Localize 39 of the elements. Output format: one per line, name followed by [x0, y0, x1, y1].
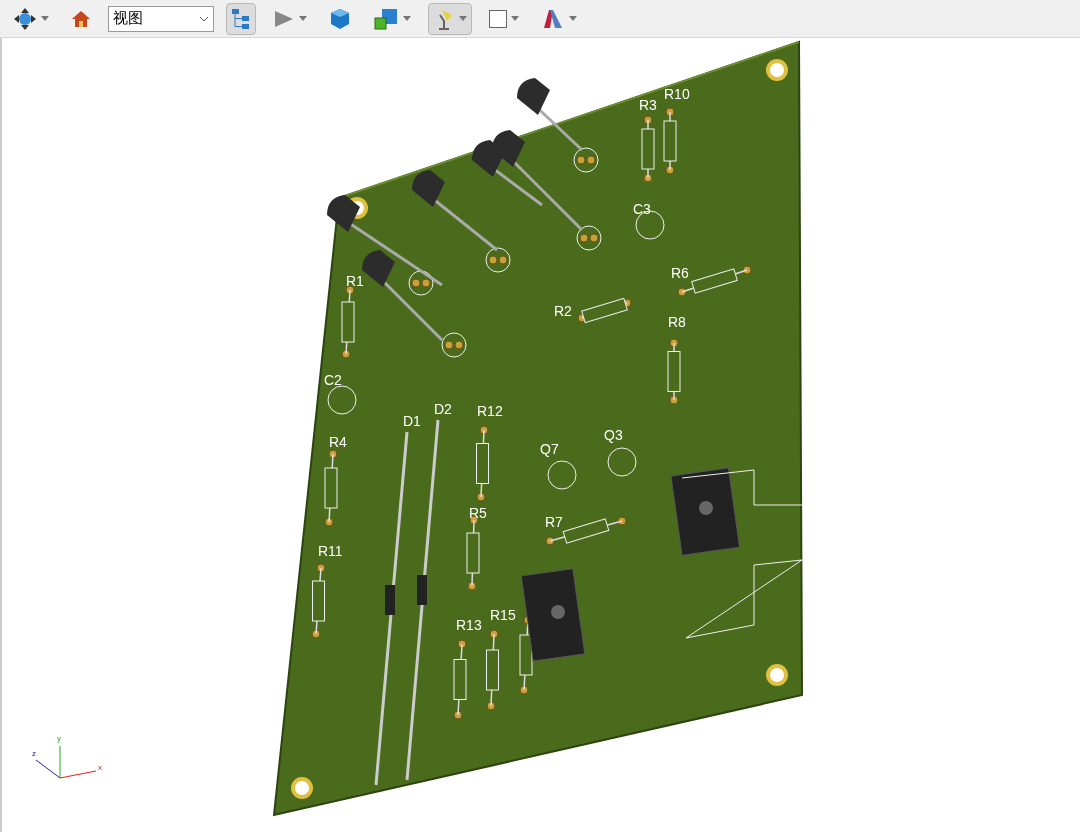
caret-icon[interactable] [41, 16, 49, 21]
cube-icon [329, 7, 351, 30]
component-label: R1 [346, 274, 364, 288]
component-label: R4 [329, 435, 347, 449]
caret-icon[interactable] [299, 16, 307, 21]
z-axis-label: z [32, 750, 36, 758]
component-label: R15 [490, 608, 516, 622]
component-label: D1 [403, 414, 421, 428]
component-label: R3 [639, 98, 657, 112]
play-icon [273, 8, 295, 29]
component-label: R7 [545, 515, 563, 529]
component-label: R6 [671, 266, 689, 280]
component-label: R13 [456, 618, 482, 632]
component-label: R12 [477, 404, 503, 418]
home-icon [71, 8, 91, 29]
component-label: R2 [554, 304, 572, 318]
caret-icon[interactable] [403, 16, 411, 21]
component-label: C3 [633, 202, 651, 216]
caret-icon[interactable] [569, 16, 577, 21]
x-axis-label: x [98, 764, 102, 772]
component-label: Q7 [540, 442, 559, 456]
component-label: R11 [318, 544, 343, 558]
component-label: R8 [668, 315, 686, 329]
component-label: C2 [324, 373, 342, 387]
cubes-icon [373, 6, 399, 31]
y-axis-label: y [57, 735, 61, 743]
caret-icon[interactable] [511, 16, 519, 21]
tree-icon [231, 7, 251, 30]
component-label: Q3 [604, 428, 623, 442]
colored-faces-icon [541, 7, 565, 30]
component-label: R5 [469, 506, 487, 520]
caret-icon[interactable] [459, 16, 467, 21]
component-label: R10 [664, 87, 690, 101]
component-label: D2 [434, 402, 452, 416]
toolbar-button[interactable] [428, 2, 472, 35]
chevron-down-icon [199, 15, 209, 22]
color-swatch-icon [489, 9, 507, 28]
view-dropdown[interactable]: 视图 [108, 5, 214, 32]
move-arrows-icon [13, 6, 37, 31]
